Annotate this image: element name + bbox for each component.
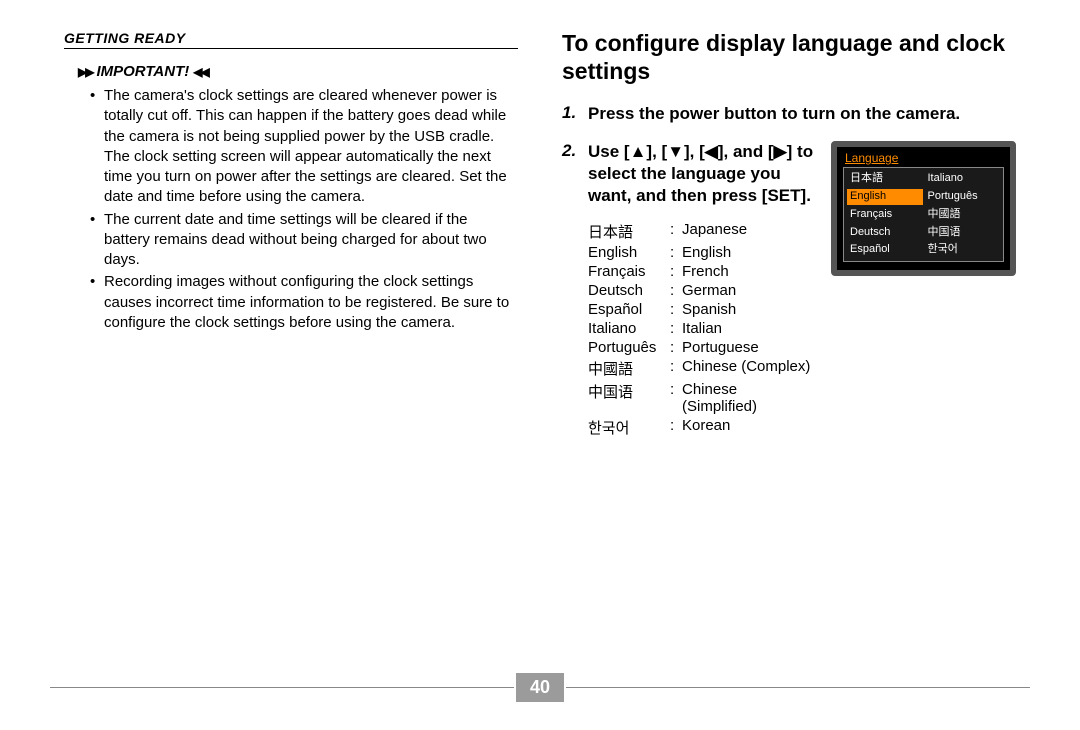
step-2: 2. Use [▲], [▼], [◀], and [▶] to select … <box>562 141 1016 438</box>
down-arrow-icon: ▼ <box>667 142 684 161</box>
left-arrow-icon: ◀ <box>705 142 718 161</box>
screen-cell: 한국어 <box>925 242 1001 258</box>
lang-native: English <box>588 243 670 262</box>
screen-cell: Português <box>925 189 1001 205</box>
bullet-item: Recording images without configuring the… <box>104 272 514 333</box>
language-table: 日本語: JapaneseEnglish: EnglishFrançais: F… <box>588 220 815 439</box>
step-number: 2. <box>562 141 576 161</box>
language-row: 한국어: Korean <box>588 416 815 439</box>
footer-rule <box>566 687 1030 688</box>
lang-native: Français <box>588 262 670 281</box>
step-text: Press the power button to turn on the ca… <box>588 103 1016 125</box>
language-row: Deutsch: German <box>588 281 815 300</box>
page-title: To configure display language and clock … <box>562 30 1016 85</box>
lang-english: Korean <box>682 416 815 439</box>
important-bullet-list: The camera's clock settings are cleared … <box>104 86 514 333</box>
language-row: 中國語: Chinese (Complex) <box>588 357 815 380</box>
lang-english: Chinese (Simplified) <box>682 380 815 416</box>
language-row: 日本語: Japanese <box>588 220 815 243</box>
lang-english: Spanish <box>682 300 815 319</box>
screen-grid: 日本語ItalianoEnglishPortuguêsFrançais中國語De… <box>843 167 1004 262</box>
colon: : <box>670 300 682 319</box>
language-row: Italiano: Italian <box>588 319 815 338</box>
bullet-item: The current date and time settings will … <box>104 210 514 271</box>
lang-native: 한국어 <box>588 416 670 439</box>
language-menu-screen: Language 日本語ItalianoEnglishPortuguêsFran… <box>831 141 1016 276</box>
screen-cell: Français <box>847 207 923 223</box>
bullet-item: The camera's clock settings are cleared … <box>104 86 514 208</box>
lang-native: Deutsch <box>588 281 670 300</box>
colon: : <box>670 416 682 439</box>
colon: : <box>670 319 682 338</box>
section-header: GETTING READY <box>64 30 518 49</box>
lang-native: Italiano <box>588 319 670 338</box>
step-text: Use [▲], [▼], [◀], and [▶] to select the… <box>588 141 815 207</box>
colon: : <box>670 220 682 243</box>
page-number: 40 <box>516 673 564 702</box>
screen-cell: Deutsch <box>847 225 923 241</box>
lang-native: Español <box>588 300 670 319</box>
fast-forward-icon: ▶▶ <box>78 66 92 78</box>
lang-english: Chinese (Complex) <box>682 357 815 380</box>
screen-cell: Italiano <box>925 171 1001 187</box>
page-footer: 40 <box>50 673 1030 702</box>
right-arrow-icon: ▶ <box>774 142 787 161</box>
important-heading: ▶▶ IMPORTANT! ◀◀ <box>78 63 518 80</box>
lang-english: French <box>682 262 815 281</box>
colon: : <box>670 380 682 416</box>
lang-english: German <box>682 281 815 300</box>
language-row: 中国语: Chinese (Simplified) <box>588 380 815 416</box>
screen-cell: 日本語 <box>847 171 923 187</box>
lang-english: Portuguese <box>682 338 815 357</box>
screen-cell: 中國語 <box>925 207 1001 223</box>
lang-native: 中國語 <box>588 357 670 380</box>
screen-cell: Español <box>847 242 923 258</box>
colon: : <box>670 262 682 281</box>
screen-cell: English <box>847 189 923 205</box>
step-number: 1. <box>562 103 576 123</box>
footer-rule <box>50 687 514 688</box>
language-row: English: English <box>588 243 815 262</box>
important-label: IMPORTANT! <box>96 63 189 80</box>
language-row: Español: Spanish <box>588 300 815 319</box>
colon: : <box>670 243 682 262</box>
screen-title: Language <box>843 151 1004 167</box>
language-row: Français: French <box>588 262 815 281</box>
rewind-icon: ◀◀ <box>193 66 207 78</box>
language-row: Português: Portuguese <box>588 338 815 357</box>
lang-native: 中国语 <box>588 380 670 416</box>
step-1: 1. Press the power button to turn on the… <box>562 103 1016 125</box>
lang-english: English <box>682 243 815 262</box>
screen-cell: 中国语 <box>925 225 1001 241</box>
lang-english: Japanese <box>682 220 815 243</box>
lang-native: 日本語 <box>588 220 670 243</box>
up-arrow-icon: ▲ <box>630 142 647 161</box>
lang-native: Português <box>588 338 670 357</box>
colon: : <box>670 338 682 357</box>
lang-english: Italian <box>682 319 815 338</box>
colon: : <box>670 357 682 380</box>
colon: : <box>670 281 682 300</box>
